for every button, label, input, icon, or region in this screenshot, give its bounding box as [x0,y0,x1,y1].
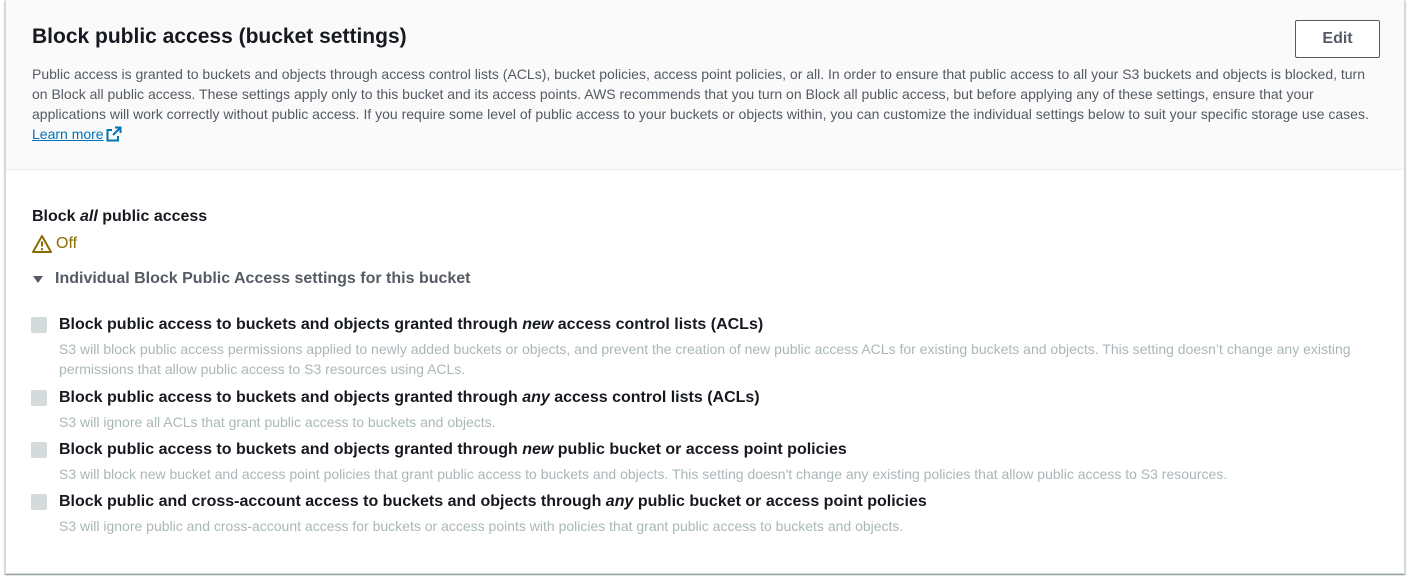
setting-title-prefix: Block public and cross-account access to… [59,493,606,510]
setting-title-suffix: access control lists (ACLs) [549,389,760,406]
setting-title-suffix: public bucket or access point policies [633,493,927,510]
block-all-status: Off [32,234,77,254]
setting-title-emphasis: any [522,389,550,406]
setting-description: S3 will block public access permissions … [59,341,1351,377]
individual-settings-expander[interactable]: Individual Block Public Access settings … [32,270,471,288]
setting-title-emphasis: new [522,441,554,458]
setting-checkbox[interactable] [31,442,47,458]
setting-description: S3 will ignore public and cross-account … [59,518,904,534]
setting-checkbox[interactable] [31,494,47,510]
block-all-label-emphasis: all [80,208,98,225]
setting-title-prefix: Block public access to buckets and objec… [59,316,523,333]
external-link-icon [106,126,122,142]
panel-description: Public access is granted to buckets and … [32,64,1384,144]
block-all-status-text: Off [56,235,78,252]
setting-title-emphasis: new [522,316,554,333]
block-all-label-suffix: public access [97,208,208,225]
setting-title-emphasis: any [605,493,634,510]
setting-title-suffix: public bucket or access point policies [553,441,847,458]
block-public-access-panel: Block public access (bucket settings) Ed… [5,0,1405,574]
caret-down-icon [33,275,43,283]
setting-title-prefix: Block public access to buckets and objec… [59,441,523,458]
setting-checkbox[interactable] [31,390,47,406]
block-all-label: Block all public access [32,208,207,226]
description-text: Public access is granted to buckets and … [32,66,1369,122]
edit-button[interactable]: Edit [1295,20,1380,58]
setting-checkbox[interactable] [31,317,47,333]
setting-title-suffix: access control lists (ACLs) [553,316,764,333]
setting-title: Block public access to buckets and objec… [59,387,760,409]
setting-title: Block public and cross-account access to… [59,491,927,513]
setting-description: S3 will ignore all ACLs that grant publi… [59,414,496,430]
block-all-label-prefix: Block [32,208,81,225]
warning-icon [32,235,52,253]
learn-more-link[interactable]: Learn more [32,126,122,142]
setting-title: Block public access to buckets and objec… [59,314,763,336]
setting-description: S3 will block new bucket and access poin… [59,466,1228,482]
expander-label: Individual Block Public Access settings … [55,270,471,287]
learn-more-label: Learn more [32,126,104,142]
panel-header: Block public access (bucket settings) Ed… [6,0,1404,170]
setting-title: Block public access to buckets and objec… [59,439,847,461]
setting-title-prefix: Block public access to buckets and objec… [59,389,523,406]
panel-title: Block public access (bucket settings) [32,25,407,48]
